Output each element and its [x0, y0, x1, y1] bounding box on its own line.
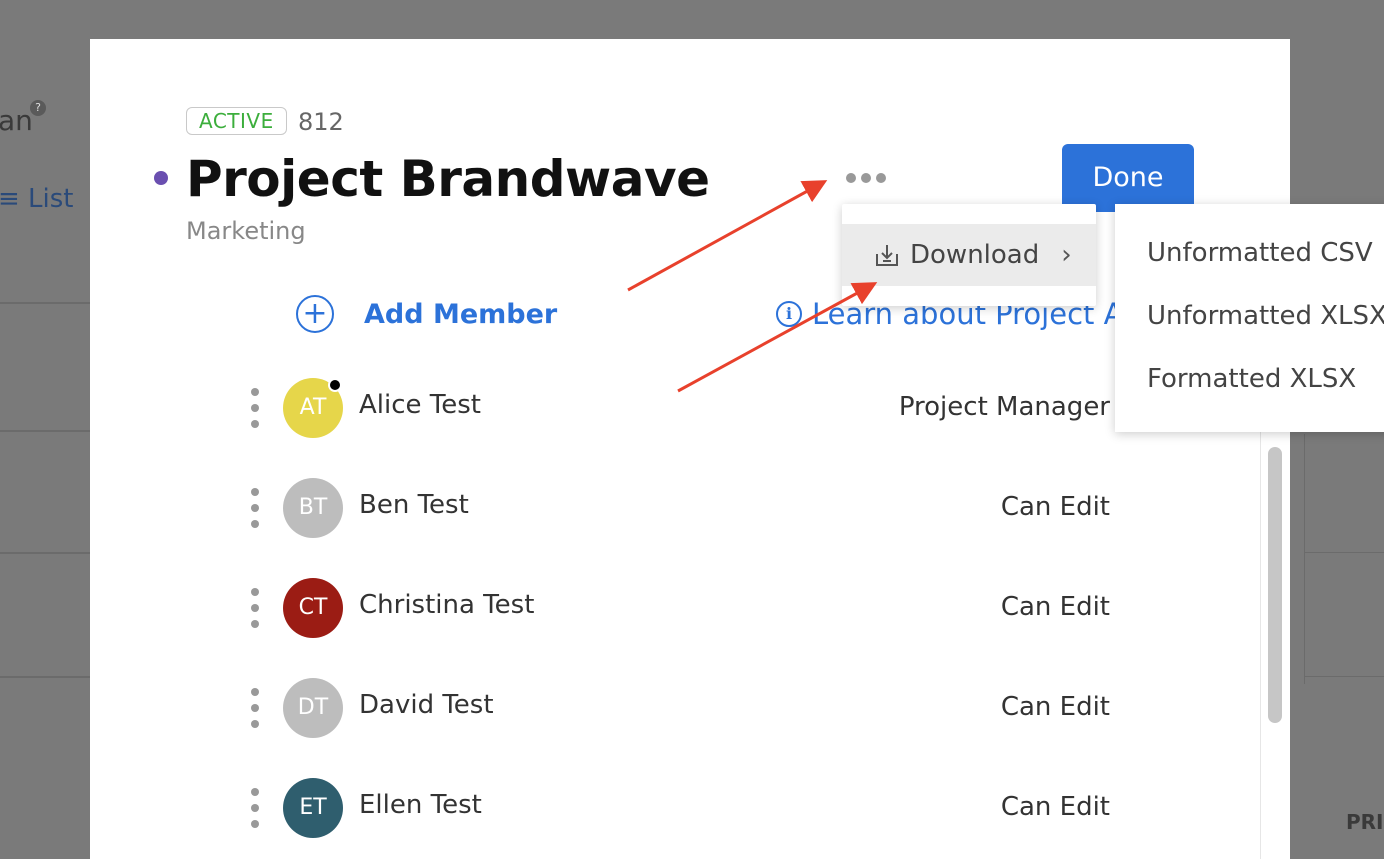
background-divider	[1304, 676, 1384, 677]
background-text: an	[0, 104, 33, 137]
dot-icon	[861, 173, 871, 183]
download-label: Download	[910, 240, 1040, 270]
submenu-item-unformatted-csv[interactable]: Unformatted CSV	[1147, 238, 1373, 268]
avatar: CT	[283, 578, 343, 638]
avatar: BT	[283, 478, 343, 538]
list-view-tab: ≡ List	[0, 184, 74, 214]
project-color-dot	[154, 171, 168, 185]
avatar: ET	[283, 778, 343, 838]
member-role[interactable]: Can Edit	[1001, 792, 1110, 822]
project-id: 812	[298, 108, 344, 136]
member-row: DT David Test Can Edit	[240, 678, 1110, 748]
done-button[interactable]: Done	[1062, 144, 1194, 212]
member-name: Alice Test	[359, 390, 481, 420]
project-modal: ACTIVE 812 Project Brandwave Marketing D…	[90, 39, 1290, 859]
submenu-item-unformatted-xlsx[interactable]: Unformatted XLSX	[1147, 301, 1384, 331]
more-options-button[interactable]	[842, 167, 890, 189]
project-category: Marketing	[186, 217, 306, 245]
drag-handle-icon[interactable]	[248, 588, 262, 628]
submenu-item-formatted-xlsx[interactable]: Formatted XLSX	[1147, 364, 1356, 394]
download-menu-item[interactable]: Download ›	[842, 224, 1096, 286]
member-row: BT Ben Test Can Edit	[240, 478, 1110, 548]
member-role[interactable]: Can Edit	[1001, 592, 1110, 622]
background-corner-text: PRI	[1346, 810, 1384, 834]
more-options-menu: Download ›	[842, 204, 1096, 306]
scrollbar-thumb[interactable]	[1268, 447, 1282, 723]
add-member-button[interactable]: + Add Member	[296, 295, 557, 333]
background-divider	[0, 552, 90, 554]
drag-handle-icon[interactable]	[248, 488, 262, 528]
avatar: DT	[283, 678, 343, 738]
member-row: ET Ellen Test Can Edit	[240, 778, 1110, 848]
plus-circle-icon: +	[296, 295, 334, 333]
background-divider	[1304, 434, 1305, 684]
member-name: Ben Test	[359, 490, 469, 520]
page-title[interactable]: Project Brandwave	[186, 147, 710, 211]
member-role[interactable]: Can Edit	[1001, 692, 1110, 722]
background-divider	[0, 302, 90, 304]
download-submenu: Unformatted CSV Unformatted XLSX Formatt…	[1115, 204, 1384, 432]
drag-handle-icon[interactable]	[248, 788, 262, 828]
member-role[interactable]: Project Manager	[899, 392, 1110, 422]
chevron-right-icon: ›	[1061, 240, 1072, 270]
status-badge: ACTIVE	[186, 107, 287, 135]
dot-icon	[876, 173, 886, 183]
background-divider	[1304, 552, 1384, 553]
member-name: Christina Test	[359, 590, 535, 620]
background-divider	[0, 430, 90, 432]
member-row: CT Christina Test Can Edit	[240, 578, 1110, 648]
download-icon	[876, 245, 898, 266]
online-status-dot	[328, 378, 342, 392]
info-icon: i	[776, 301, 802, 327]
help-icon: ?	[30, 100, 46, 116]
member-role[interactable]: Can Edit	[1001, 492, 1110, 522]
dot-icon	[846, 173, 856, 183]
background-divider	[0, 676, 90, 678]
member-name: Ellen Test	[359, 790, 482, 820]
add-member-label: Add Member	[364, 298, 558, 330]
member-name: David Test	[359, 690, 494, 720]
drag-handle-icon[interactable]	[248, 388, 262, 428]
member-row: AT Alice Test Project Manager	[240, 378, 1110, 448]
drag-handle-icon[interactable]	[248, 688, 262, 728]
